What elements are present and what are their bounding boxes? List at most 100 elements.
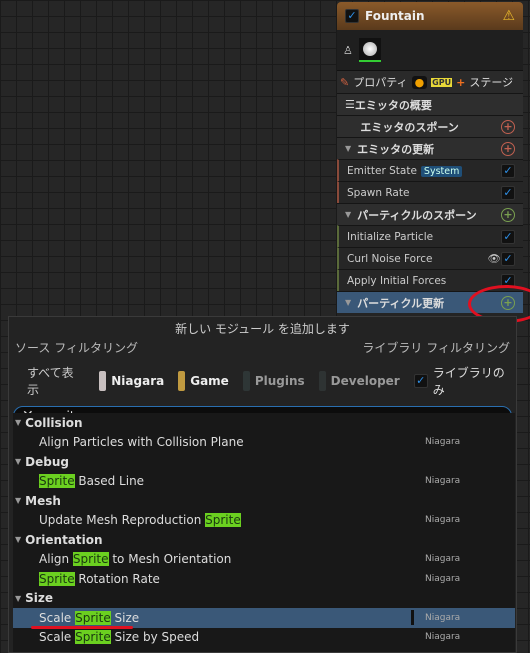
expand-triangle-icon[interactable]: ▼ [15,594,21,603]
module-row[interactable]: Initialize Particle ✓ [337,225,523,247]
search-match-highlight: Sprite [205,513,241,528]
module-name-part: to Mesh Orientation [108,552,232,567]
expand-triangle-icon[interactable]: ▼ [15,496,21,505]
module-source: Niagara [425,573,461,584]
module-name: Scale Sprite Size [39,610,425,625]
eye-icon[interactable]: 👁 [488,252,501,265]
module-list-item[interactable]: Align Particles with Collision Plane Niag… [13,433,515,453]
source-filter-label: ソース フィルタリング [15,341,138,355]
popup-title: 新しい モジュール を追加します [175,322,350,336]
category-mesh[interactable]: ▼ Mesh [13,491,515,511]
row-label: Curl Noise Force [347,252,433,265]
filter-chip-developer[interactable]: Developer [318,371,400,391]
module-list-item[interactable]: Update Mesh Reproduction Sprite Niagara [13,511,515,531]
module-list-item[interactable]: Sprite Rotation Rate Niagara [13,569,515,589]
module-name-part: Scale [39,630,76,645]
section-row[interactable]: ▼ エミッタの更新 + [337,137,523,159]
category-label: Collision [25,415,83,430]
module-enable-checkbox[interactable]: ✓ [501,229,515,244]
add-module-button[interactable]: + [501,207,515,222]
module-name: Align Sprite to Mesh Orientation [39,552,425,567]
add-module-popup: 新しい モジュール を追加します ソース フィルタリング ライブラリ フィルタリ… [8,316,517,653]
chip-color-swatch [99,371,107,391]
emitter-enable-checkbox[interactable]: ✓ [345,9,359,23]
emitter-thumbnail-row: ♙ [337,30,523,70]
module-enable-checkbox[interactable]: ✓ [501,185,515,200]
module-name-part: Based Line [74,474,145,489]
module-list: ▼ Collision Align Particles with Collision… [13,413,515,652]
library-only-label: ライブラリのみ [432,366,505,397]
warning-icon[interactable]: ⚠ [502,8,515,24]
module-name: Scale Sprite Size by Speed [39,630,425,645]
module-name: Update Mesh Reproduction Sprite [39,513,425,528]
filter-chip-plugins[interactable]: Plugins [242,371,305,391]
module-name: Sprite Based Line [39,474,425,489]
module-list-item[interactable]: Sprite Based Line Niagara [13,472,515,492]
module-enable-checkbox[interactable]: ✓ [501,163,515,178]
search-match-highlight: Sprite [75,630,111,645]
module-name: Sprite Rotation Rate [39,571,425,586]
row-label: Emitter State System [347,165,501,177]
add-module-button[interactable]: + [501,141,515,156]
sprite-renderer-thumbnail[interactable] [358,38,381,62]
row-label: パーティクルのスポーン [357,208,477,222]
category-label: Orientation [25,532,103,547]
show-all-button[interactable]: すべて表示 [27,364,85,398]
tab-gpu[interactable]: GPU [431,77,453,87]
tab-properties[interactable]: プロパティ [353,74,407,90]
module-enable-checkbox[interactable]: ✓ [501,251,515,266]
section-row[interactable]: エミッタのスポーン + [337,115,523,137]
search-match-highlight: Sprite [39,474,75,489]
row-label: エミッタの更新 [357,142,435,156]
library-only-checkbox[interactable]: ✓ [413,374,428,388]
module-list-item[interactable]: Scale Sprite Size Niagara [13,608,515,629]
section-row[interactable]: ▼ パーティクルのスポーン + [337,203,523,225]
expand-triangle-icon[interactable]: ▼ [345,298,351,307]
expand-triangle-icon[interactable]: ▼ [345,144,351,153]
filter-chip-game[interactable]: Game [178,371,229,391]
expand-triangle-icon[interactable]: ▼ [345,210,351,219]
category-collision[interactable]: ▼ Collision [13,413,515,433]
expand-triangle-icon[interactable]: ▼ [15,457,21,466]
filter-chip-niagara[interactable]: Niagara [99,371,164,391]
add-module-button[interactable]: + [501,119,515,134]
module-list-item[interactable]: Align Sprite to Mesh Orientation Niagara [13,550,515,570]
person-icon: ♙ [343,43,353,57]
chip-label: Niagara [111,374,165,388]
module-name-part: Scale [39,610,76,625]
module-name-part: Size [110,610,140,625]
module-row[interactable]: Spawn Rate ✓ [337,181,523,203]
search-match-highlight: Sprite [39,571,75,586]
tab-stage[interactable]: ステージ [469,74,513,90]
module-row[interactable]: Emitter State System ✓ [337,159,523,181]
module-source: Niagara [425,612,461,623]
chip-color-swatch [178,371,186,391]
category-debug[interactable]: ▼ Debug [13,452,515,472]
expand-triangle-icon[interactable]: ▼ [15,535,21,544]
module-name: Align Particles with Collision Plane [39,435,425,449]
row-label: Initialize Particle [347,230,434,243]
category-orientation[interactable]: ▼ Orientation [13,530,515,550]
chip-label: Developer [330,374,400,388]
search-match-highlight: Sprite [72,552,109,567]
chip-label: Game [190,374,229,388]
chip-color-swatch [242,371,250,391]
category-label: Mesh [25,493,61,508]
row-label: Apply Initial Forces [347,274,447,287]
category-label: Debug [25,454,69,469]
dot-icon: ● [411,75,428,89]
section-row[interactable]: ☰ エミッタの概要 [337,93,523,115]
module-name-part: Align Particles with Collision Plane [39,435,244,450]
column-divider [411,610,414,625]
module-source: Niagara [425,632,461,643]
list-icon: ☰ [345,98,355,111]
emitter-tabs: ✎ プロパティ ● GPU + ステージ [337,70,523,93]
module-list-item[interactable]: Scale Sprite Size by Speed Niagara [13,628,515,648]
expand-triangle-icon[interactable]: ▼ [15,418,21,427]
module-name-part: Align [39,552,73,567]
module-row[interactable]: Curl Noise Force 👁 ✓ [337,247,523,269]
library-only-toggle[interactable]: ✓ ライブラリのみ [413,364,516,398]
category-size[interactable]: ▼ Size [13,589,515,609]
library-filter-label: ライブラリ フィルタリング [362,341,510,355]
